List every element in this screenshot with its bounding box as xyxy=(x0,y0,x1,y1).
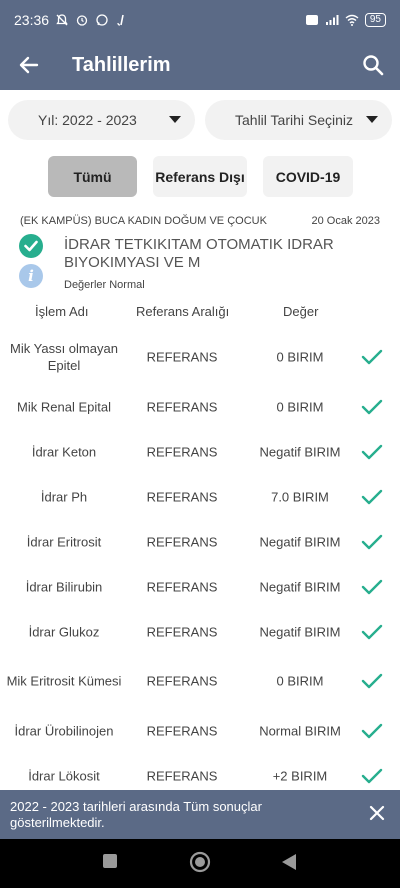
check-icon xyxy=(361,349,383,365)
row-value: Negatif BIRIM xyxy=(259,579,341,594)
chevron-down-icon xyxy=(169,116,181,123)
row-reference: REFERANS xyxy=(146,399,218,414)
volte-icon xyxy=(305,15,318,25)
check-icon xyxy=(361,723,383,738)
close-icon[interactable] xyxy=(368,804,386,822)
check-icon xyxy=(361,534,383,549)
check-icon xyxy=(361,624,383,639)
row-value: 0 BIRIM xyxy=(276,673,324,689)
row-reference: REFERANS xyxy=(146,489,218,504)
row-reference: REFERANS xyxy=(146,673,218,689)
row-name: İdrar Ürobilinojen xyxy=(14,723,114,738)
row-value: Negatif BIRIM xyxy=(259,444,341,459)
tab-covid-19[interactable]: COVID-19 xyxy=(263,156,353,197)
check-icon xyxy=(361,579,383,594)
year-select-value: Yıl: 2022 - 2023 xyxy=(38,112,137,128)
mute-bell-icon xyxy=(56,14,68,26)
row-value: 7.0 BIRIM xyxy=(271,489,329,504)
table-row: İdrar Eritrosit REFERANS Negatif BIRIM xyxy=(0,519,400,564)
row-name: İdrar Glukoz xyxy=(28,624,100,639)
check-icon xyxy=(361,673,383,689)
row-value: 0 BIRIM xyxy=(276,349,324,365)
row-name: İdrar Lökosit xyxy=(28,768,100,783)
check-circle-icon xyxy=(19,234,43,258)
wifi-icon xyxy=(345,14,359,26)
row-value: +2 BIRIM xyxy=(272,768,328,783)
status-bar: 23:36 95 xyxy=(0,0,400,40)
row-name: İdrar Keton xyxy=(31,444,97,459)
app-notification-icon xyxy=(117,14,124,26)
tab-all[interactable]: Tümü xyxy=(48,156,137,197)
system-nav-bar xyxy=(0,839,400,888)
check-icon xyxy=(361,444,383,459)
result-date: 20 Ocak 2023 xyxy=(311,215,381,227)
check-icon xyxy=(361,489,383,504)
result-status-text: Değerler Normal xyxy=(64,279,145,291)
row-value: Negatif BIRIM xyxy=(259,624,341,639)
row-reference: REFERANS xyxy=(146,444,218,459)
table-header: İşlem Adı Referans Aralığı Değer xyxy=(0,304,400,320)
row-reference: REFERANS xyxy=(146,624,218,639)
snackbar-message: 2022 - 2023 tarihleri arasında Tüm sonuç… xyxy=(10,799,262,830)
snackbar: 2022 - 2023 tarihleri arasında Tüm sonuç… xyxy=(0,790,400,839)
row-name: İdrar Ph xyxy=(40,489,88,504)
table-row: Mik Eritrosit Kümesi REFERANS 0 BIRIM xyxy=(0,654,400,708)
info-glyph: i xyxy=(28,267,34,285)
check-icon xyxy=(361,768,383,783)
lab-name: (EK KAMPÜS) BUCA KADIN DOĞUM VE ÇOCUK xyxy=(20,215,267,227)
row-reference: REFERANS xyxy=(146,723,218,738)
signal-icon xyxy=(325,15,339,25)
tab-bar: Tümü Referans Dışı COVID-19 xyxy=(48,156,353,197)
row-name: İdrar Eritrosit xyxy=(26,534,102,549)
page-title: Tahlillerim xyxy=(72,53,171,76)
date-select[interactable]: Tahlil Tarihi Seçiniz xyxy=(205,100,392,140)
test-name: İDRAR TETKIKITAM OTOMATIK IDRAR BIYOKIMY… xyxy=(64,236,334,271)
row-name: Mik Eritrosit Kümesi xyxy=(6,673,122,689)
year-select[interactable]: Yıl: 2022 - 2023 xyxy=(8,100,195,140)
row-name: İdrar Bilirubin xyxy=(25,579,103,594)
column-header-name: İşlem Adı xyxy=(35,304,89,319)
table-row: İdrar Ürobilinojen REFERANS Normal BIRIM xyxy=(0,708,400,753)
alarm-icon xyxy=(76,15,88,26)
table-row: İdrar Glukoz REFERANS Negatif BIRIM xyxy=(0,609,400,654)
whatsapp-icon xyxy=(96,14,108,26)
battery-level: 95 xyxy=(364,13,386,27)
row-name: Mik Yassı olmayan Epitel xyxy=(10,341,118,373)
row-name: Mik Renal Epital xyxy=(17,399,111,414)
search-icon[interactable] xyxy=(360,52,386,78)
table-row: İdrar Keton REFERANS Negatif BIRIM xyxy=(0,429,400,474)
info-icon[interactable]: i xyxy=(19,264,43,288)
check-icon xyxy=(361,399,383,414)
row-value: 0 BIRIM xyxy=(276,399,324,414)
row-reference: REFERANS xyxy=(146,768,218,783)
app-bar: Tahlillerim xyxy=(0,40,400,90)
table-row: İdrar Bilirubin REFERANS Negatif BIRIM xyxy=(0,564,400,609)
home-icon[interactable] xyxy=(189,851,211,873)
row-reference: REFERANS xyxy=(146,534,218,549)
filter-bar: Yıl: 2022 - 2023 Tahlil Tarihi Seçiniz xyxy=(8,100,392,140)
arrow-left-icon xyxy=(19,56,39,74)
table-row: Mik Renal Epital REFERANS 0 BIRIM xyxy=(0,384,400,429)
results-table: Mik Yassı olmayan Epitel REFERANS 0 BIRI… xyxy=(0,330,400,798)
column-header-value: Değer xyxy=(283,304,319,319)
back-button[interactable] xyxy=(0,40,58,90)
table-row: Mik Yassı olmayan Epitel REFERANS 0 BIRI… xyxy=(0,330,400,384)
row-value: Negatif BIRIM xyxy=(259,534,341,549)
row-reference: REFERANS xyxy=(146,579,218,594)
back-nav-icon[interactable] xyxy=(281,853,297,871)
chevron-down-icon xyxy=(366,116,378,123)
row-reference: REFERANS xyxy=(146,349,218,365)
date-select-value: Tahlil Tarihi Seçiniz xyxy=(235,112,354,128)
column-header-reference: Referans Aralığı xyxy=(136,304,230,319)
table-row: İdrar Ph REFERANS 7.0 BIRIM xyxy=(0,474,400,519)
row-value: Normal BIRIM xyxy=(259,723,341,738)
status-time: 23:36 xyxy=(14,12,50,28)
tab-out-of-reference[interactable]: Referans Dışı xyxy=(153,156,247,197)
recents-icon[interactable] xyxy=(102,853,118,869)
